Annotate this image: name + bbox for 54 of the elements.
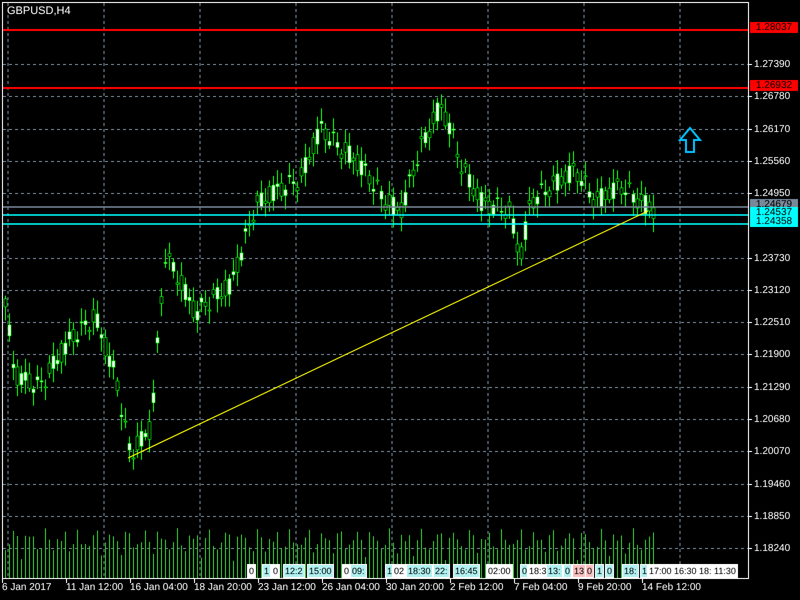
time-tag: 0 bbox=[271, 564, 280, 578]
price-axis-label: 1.21900 bbox=[754, 349, 790, 362]
price-axis-label: 1.23730 bbox=[754, 252, 790, 265]
chart-title: GBPUSD,H4 bbox=[7, 5, 71, 17]
price-axis-label: 1.26170 bbox=[754, 124, 790, 136]
time-tag: 09: bbox=[350, 564, 367, 578]
time-axis-label: 30 Jan 20:00 bbox=[386, 581, 444, 594]
time-axis-label: 23 Jan 12:00 bbox=[258, 581, 316, 594]
price-axis-label: 1.20680 bbox=[754, 414, 790, 426]
time-tag: 0 bbox=[563, 564, 572, 578]
price-axis-label: 1.25560 bbox=[754, 156, 790, 168]
price-line-label: 1.26932 bbox=[750, 80, 798, 92]
time-tag: 17:00 bbox=[647, 564, 674, 578]
time-tag: 16:45 bbox=[453, 564, 480, 578]
price-line-label: 1.24358 bbox=[750, 216, 798, 228]
time-tag: 02:00 bbox=[486, 564, 513, 578]
time-axis-label: 26 Jan 04:00 bbox=[322, 581, 380, 594]
time-tag: 18:30 bbox=[406, 564, 433, 578]
price-line-label: 1.28037 bbox=[750, 22, 798, 33]
time-axis-label: 18 Jan 20:00 bbox=[194, 581, 252, 594]
time-tag: 13: bbox=[546, 564, 563, 578]
time-axis-label: 2 Feb 12:00 bbox=[450, 581, 504, 594]
up-arrow-icon bbox=[678, 126, 702, 153]
time-tag: 1 bbox=[262, 564, 272, 578]
time-axis-label: 7 Feb 04:00 bbox=[514, 581, 568, 594]
time-tag: 0 bbox=[585, 564, 594, 578]
time-tag: 15:00 bbox=[307, 564, 334, 578]
price-axis-label: 1.18850 bbox=[754, 510, 790, 523]
price-axis-label: 1.23120 bbox=[754, 284, 790, 297]
time-axis-label: 14 Feb 12:00 bbox=[642, 581, 701, 594]
price-axis-label: 1.26780 bbox=[754, 91, 790, 104]
time-tag: 0 bbox=[247, 564, 256, 578]
price-line[interactable] bbox=[3, 206, 748, 208]
time-tag: 18: bbox=[622, 564, 639, 578]
price-axis-label: 1.27390 bbox=[754, 59, 790, 71]
time-tag: 16:30 bbox=[672, 564, 699, 578]
time-axis-label: 6 Jan 2017 bbox=[2, 581, 52, 594]
price-axis-label: 1.22510 bbox=[754, 317, 790, 330]
time-tag: 0 bbox=[605, 564, 614, 578]
time-tag: 12:2 bbox=[283, 564, 305, 578]
time-axis-label: 11 Jan 12:00 bbox=[66, 581, 124, 594]
time-tag: 1 bbox=[595, 564, 604, 578]
time-tag: 02 bbox=[392, 564, 406, 578]
price-axis-label: 1.20070 bbox=[754, 446, 790, 458]
price-axis-label: 1.24950 bbox=[754, 188, 790, 200]
time-axis-label: 9 Feb 20:00 bbox=[578, 581, 632, 594]
trend-line[interactable] bbox=[128, 210, 648, 458]
time-axis-label: 16 Jan 04:00 bbox=[130, 581, 188, 594]
price-axis-label: 1.21290 bbox=[754, 382, 790, 394]
price-axis-label: 1.18240 bbox=[754, 543, 790, 556]
time-tag: 22: bbox=[433, 564, 450, 578]
time-tag: 11:30 bbox=[712, 564, 738, 578]
price-axis-label: 1.19460 bbox=[754, 478, 790, 490]
time-tag: 13 bbox=[572, 564, 586, 578]
